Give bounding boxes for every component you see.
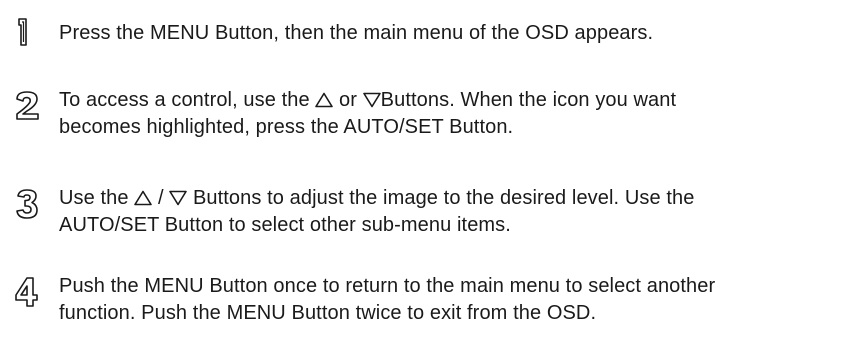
- step-number-4-icon: [10, 275, 46, 309]
- down-triangle-icon: [169, 190, 188, 206]
- step-number-2-icon: [10, 89, 46, 123]
- step-3-line-2: AUTO/SET Button to select other sub-menu…: [59, 214, 511, 236]
- step-1-line-1: Press the MENU Button, then the main men…: [59, 22, 654, 44]
- step-number-1-icon: [10, 16, 46, 50]
- down-triangle-icon: [362, 92, 381, 108]
- step-4-line-2: function. Push the MENU Button twice to …: [59, 302, 597, 324]
- step-4-text: Push the MENU Button once to return to t…: [59, 273, 715, 327]
- step-3-text: Use the / Buttons to adjust the image to…: [59, 185, 695, 239]
- step-2-line-1: To access a control, use the or Buttons.…: [59, 89, 677, 111]
- up-triangle-icon: [134, 190, 153, 206]
- step-3-line-1: Use the / Buttons to adjust the image to…: [59, 187, 695, 209]
- step-1-text: Press the MENU Button, then the main men…: [59, 20, 653, 47]
- up-triangle-icon: [315, 92, 334, 108]
- step-2-line-2: becomes highlighted, press the AUTO/SET …: [59, 116, 514, 138]
- step-number-3-icon: [10, 187, 46, 221]
- step-2-text: To access a control, use the or Buttons.…: [59, 87, 676, 141]
- step-4-line-1: Push the MENU Button once to return to t…: [59, 275, 716, 297]
